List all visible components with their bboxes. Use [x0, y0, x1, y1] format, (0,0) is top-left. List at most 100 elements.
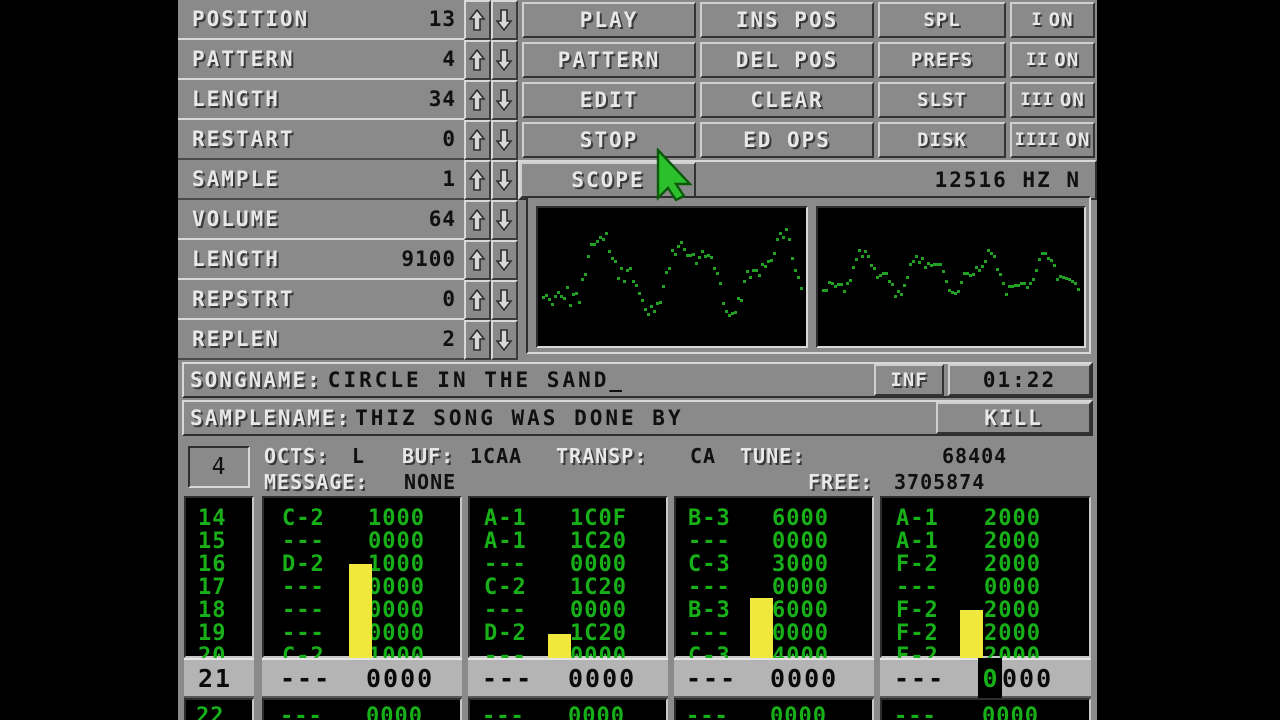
transp-label: TRANSP:: [556, 444, 648, 468]
button-label: STOP: [579, 128, 639, 152]
pattern-effect: 0000: [368, 621, 425, 646]
sample-control-increment-2[interactable]: [464, 280, 491, 320]
song-control-value-1: 4: [442, 46, 456, 71]
sample-control-label-1: LENGTH: [192, 246, 280, 271]
sample-control-label-0: VOLUME: [192, 206, 280, 231]
pattern-channel-1[interactable]: C-2 1000 --- 0000 D-2 1000 --- 0000 --- 0000 --- 00…: [262, 496, 462, 669]
button-ed-ops[interactable]: ED OPS: [700, 122, 874, 158]
song-control-field-1[interactable]: PATTERN 4: [178, 40, 464, 80]
protracker-window: POSITION 13 PATTERN 4 LENGTH 34 RESTART 0 SAMPL…: [178, 0, 1097, 720]
pattern-channel-4[interactable]: A-1 2000 A-1 2000 F-2 2000 --- 0000 F-2 2000 F-2 20…: [880, 496, 1091, 669]
pattern-row-numbers: 14 15 16 17 18 19 20: [184, 496, 254, 669]
song-control-value-0: 13: [428, 6, 456, 31]
channel-roman-2: II: [1025, 50, 1049, 70]
scope-button[interactable]: SCOPE: [520, 162, 696, 198]
sample-control-field-0[interactable]: VOLUME 64: [178, 200, 464, 240]
pattern-editor[interactable]: 14 15 16 17 18 19 20 C-2 1000 --- 0000 D-2 1000 --- 00…: [178, 494, 1097, 720]
scope-right[interactable]: [816, 206, 1086, 348]
button-spl[interactable]: SPL: [878, 2, 1006, 38]
pattern-channel-2[interactable]: A-1 1C0F A-1 1C20 --- 0000 C-2 1C20 --- 0000 D-2 1C…: [468, 496, 668, 669]
inf-button-label: INF: [890, 369, 928, 391]
octave-box[interactable]: 4: [188, 446, 250, 488]
song-control-decrement-0[interactable]: [491, 0, 518, 40]
kill-button[interactable]: KILL: [936, 402, 1091, 434]
pattern-row-number: 17: [198, 575, 227, 600]
sample-control-decrement-2[interactable]: [491, 280, 518, 320]
sample-number-label-0: SAMPLE: [192, 166, 280, 191]
sample-number-field-0[interactable]: SAMPLE 1: [178, 160, 464, 200]
button-slst[interactable]: SLST: [878, 82, 1006, 118]
songname-field[interactable]: SONGNAME: CIRCLE IN THE SAND_: [190, 364, 914, 396]
channel-toggle-3[interactable]: III ON: [1010, 82, 1095, 118]
song-control-increment-0[interactable]: [464, 0, 491, 40]
scope-left[interactable]: [536, 206, 808, 348]
button-del-pos[interactable]: DEL POS: [700, 42, 874, 78]
pattern-current-row[interactable]: 21 --- 0000 --- 0000 --- 0000 --- 000 0: [178, 658, 1097, 698]
button-label: DISK: [917, 129, 967, 151]
free-label: FREE:: [808, 470, 874, 494]
sample-number-decrement-0[interactable]: [491, 160, 518, 200]
buf-value: 1CAA: [470, 444, 523, 468]
octs-label: OCTS:: [264, 444, 330, 468]
song-control-increment-3[interactable]: [464, 120, 491, 160]
song-control-decrement-1[interactable]: [491, 40, 518, 80]
sample-control-decrement-0[interactable]: [491, 200, 518, 240]
pattern-channel-3[interactable]: B-3 6000 --- 0000 C-3 3000 --- 0000 B-3 6000 --- 00…: [674, 496, 874, 669]
channel-toggle-1[interactable]: I ON: [1010, 2, 1095, 38]
edit-cursor[interactable]: 0: [978, 658, 1002, 698]
channel-state-3: ON: [1059, 89, 1085, 111]
button-label: CLEAR: [750, 88, 824, 112]
button-ins-pos[interactable]: INS POS: [700, 2, 874, 38]
sample-control-increment-3[interactable]: [464, 320, 491, 360]
sample-control-increment-1[interactable]: [464, 240, 491, 280]
song-control-decrement-2[interactable]: [491, 80, 518, 120]
button-prefs[interactable]: PREFS: [878, 42, 1006, 78]
kill-button-label: KILL: [984, 406, 1043, 430]
octs-value: L: [352, 444, 366, 468]
button-pattern[interactable]: PATTERN: [522, 42, 696, 78]
current-row-note: ---: [280, 664, 332, 693]
song-control-increment-1[interactable]: [464, 40, 491, 80]
button-disk[interactable]: DISK: [878, 122, 1006, 158]
channel-state-4: ON: [1065, 129, 1091, 151]
sample-control-field-3[interactable]: REPLEN 2: [178, 320, 464, 360]
sample-control-field-2[interactable]: REPSTRT 0: [178, 280, 464, 320]
song-control-increment-2[interactable]: [464, 80, 491, 120]
button-play[interactable]: PLAY: [522, 2, 696, 38]
song-control-field-0[interactable]: POSITION 13: [178, 0, 464, 40]
song-control-label-1: PATTERN: [192, 46, 295, 71]
sample-control-increment-0[interactable]: [464, 200, 491, 240]
channel-vu-meter-2: [548, 634, 571, 660]
sample-control-decrement-1[interactable]: [491, 240, 518, 280]
song-control-field-3[interactable]: RESTART 0: [178, 120, 464, 160]
song-control-field-2[interactable]: LENGTH 34: [178, 80, 464, 120]
pattern-effect: 2000: [984, 506, 1041, 531]
button-edit[interactable]: EDIT: [522, 82, 696, 118]
pattern-note: F-2: [896, 598, 939, 623]
songname-label: SONGNAME:: [190, 368, 322, 392]
pattern-note: ---: [282, 598, 325, 623]
song-control-decrement-3[interactable]: [491, 120, 518, 160]
pattern-note: ---: [282, 529, 325, 554]
sample-control-decrement-3[interactable]: [491, 320, 518, 360]
scope-button-label: SCOPE: [571, 168, 645, 192]
button-stop[interactable]: STOP: [522, 122, 696, 158]
button-label: SPL: [923, 9, 961, 31]
sample-number-increment-0[interactable]: [464, 160, 491, 200]
pattern-effect: 6000: [772, 598, 829, 623]
samplename-field[interactable]: SAMPLENAME: THIZ SONG WAS DONE BY: [190, 402, 930, 434]
sample-control-field-1[interactable]: LENGTH 9100: [178, 240, 464, 280]
inf-button[interactable]: INF: [874, 364, 944, 396]
channel-toggle-4[interactable]: IIII ON: [1010, 122, 1095, 158]
channel-toggle-2[interactable]: II ON: [1010, 42, 1095, 78]
pattern-note: ---: [282, 621, 325, 646]
channel-roman-1: I: [1031, 10, 1043, 30]
button-label: DEL POS: [735, 48, 839, 72]
button-clear[interactable]: CLEAR: [700, 82, 874, 118]
pattern-effect: 1000: [368, 506, 425, 531]
pattern-note: A-1: [484, 506, 527, 531]
pattern-note: ---: [484, 598, 527, 623]
samplename-value: THIZ SONG WAS DONE BY: [355, 406, 684, 430]
current-row-note: ---: [894, 664, 946, 693]
pattern-note: D-2: [484, 621, 527, 646]
